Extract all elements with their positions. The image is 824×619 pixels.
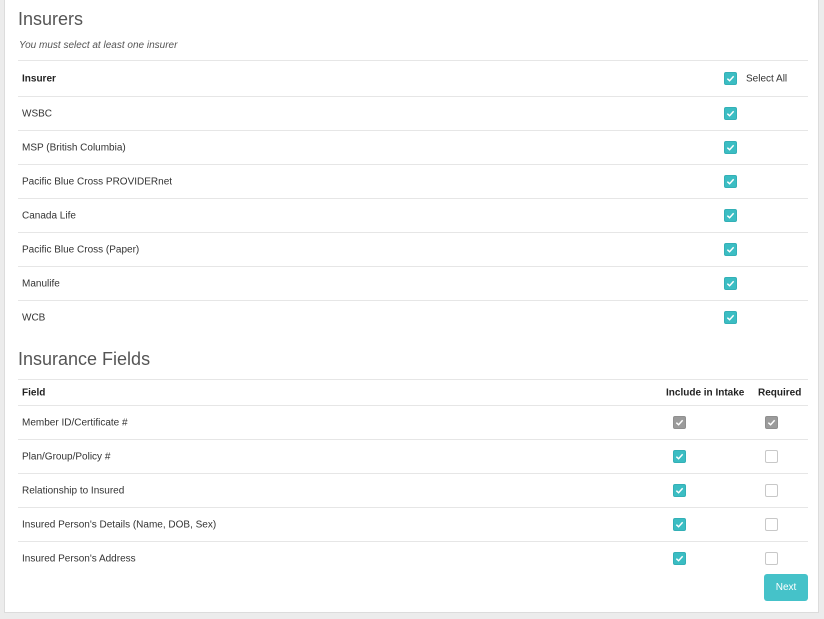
insurer-checkbox[interactable]: [724, 106, 737, 120]
required-checkbox[interactable]: [765, 517, 778, 531]
insurer-checkbox[interactable]: [724, 140, 737, 154]
field-name: Member ID/Certificate #: [22, 417, 128, 428]
required-checkbox[interactable]: [765, 483, 778, 497]
insurer-name: WCB: [22, 312, 46, 323]
field-row: Insured Person's Address: [18, 541, 808, 575]
select-all-label[interactable]: Select All: [746, 73, 787, 84]
insurer-checkbox[interactable]: [724, 276, 737, 290]
required-checkbox[interactable]: [765, 449, 778, 463]
insurer-name: MSP (British Columbia): [22, 142, 126, 153]
field-name: Plan/Group/Policy #: [22, 451, 111, 462]
check-icon: [675, 453, 684, 460]
insurer-row: WCB: [18, 300, 808, 334]
include-in-intake-checkbox[interactable]: [673, 449, 686, 463]
insurer-name: Pacific Blue Cross (Paper): [22, 244, 140, 255]
field-name: Relationship to Insured: [22, 485, 125, 496]
insurer-row: Canada Life: [18, 198, 808, 232]
check-icon: [675, 419, 684, 426]
include-column-header: Include in Intake: [666, 387, 745, 398]
check-icon: [726, 314, 735, 321]
insurer-row: Pacific Blue Cross (Paper): [18, 232, 808, 266]
insurer-checkbox[interactable]: [724, 208, 737, 222]
insurers-header-row: Insurer Select All: [18, 60, 808, 96]
insurer-row: MSP (British Columbia): [18, 130, 808, 164]
insurer-name: Canada Life: [22, 210, 76, 221]
check-icon: [726, 212, 735, 219]
field-row: Relationship to Insured: [18, 473, 808, 507]
fields-header-row: Field Include in Intake Required: [18, 379, 808, 405]
insurance-settings-card: Insurers You must select at least one in…: [4, 0, 819, 613]
insurance-fields-title: Insurance Fields: [18, 349, 151, 369]
insurer-name: Manulife: [22, 278, 60, 289]
check-icon: [675, 487, 684, 494]
check-icon: [726, 178, 735, 185]
field-name: Insured Person's Address: [22, 553, 136, 564]
insurance-fields-table: Field Include in Intake Required Member …: [18, 379, 808, 575]
include-in-intake-checkbox: [673, 415, 686, 429]
insurer-checkbox[interactable]: [724, 242, 737, 256]
next-button[interactable]: Next: [764, 574, 808, 601]
insurer-name: Pacific Blue Cross PROVIDERnet: [22, 176, 173, 187]
insurer-name: WSBC: [22, 108, 52, 119]
insurer-checkbox[interactable]: [724, 174, 737, 188]
insurer-row: WSBC: [18, 96, 808, 130]
insurer-row: Manulife: [18, 266, 808, 300]
insurer-row: Pacific Blue Cross PROVIDERnet: [18, 164, 808, 198]
check-icon: [726, 75, 735, 82]
required-column-header: Required: [758, 387, 802, 398]
field-row: Plan/Group/Policy #: [18, 439, 808, 473]
check-icon: [726, 280, 735, 287]
insurer-column-header: Insurer: [22, 73, 56, 84]
include-in-intake-checkbox[interactable]: [673, 517, 686, 531]
include-in-intake-checkbox[interactable]: [673, 483, 686, 497]
insurers-title: Insurers: [18, 9, 84, 29]
field-row: Insured Person's Details (Name, DOB, Sex…: [18, 507, 808, 541]
include-in-intake-checkbox[interactable]: [673, 551, 686, 565]
field-column-header: Field: [22, 387, 46, 398]
check-icon: [675, 555, 684, 562]
select-all-checkbox[interactable]: [724, 71, 737, 85]
insurer-checkbox[interactable]: [724, 310, 737, 324]
check-icon: [726, 246, 735, 253]
insurers-table: Insurer Select All WSBC MSP (British Colu…: [18, 60, 808, 334]
field-name: Insured Person's Details (Name, DOB, Sex…: [22, 519, 217, 530]
field-row: Member ID/Certificate #: [18, 405, 808, 439]
required-checkbox[interactable]: [765, 551, 778, 565]
insurers-hint: You must select at least one insurer: [19, 40, 178, 51]
required-checkbox: [765, 415, 778, 429]
check-icon: [726, 144, 735, 151]
check-icon: [767, 419, 776, 426]
check-icon: [726, 110, 735, 117]
check-icon: [675, 521, 684, 528]
